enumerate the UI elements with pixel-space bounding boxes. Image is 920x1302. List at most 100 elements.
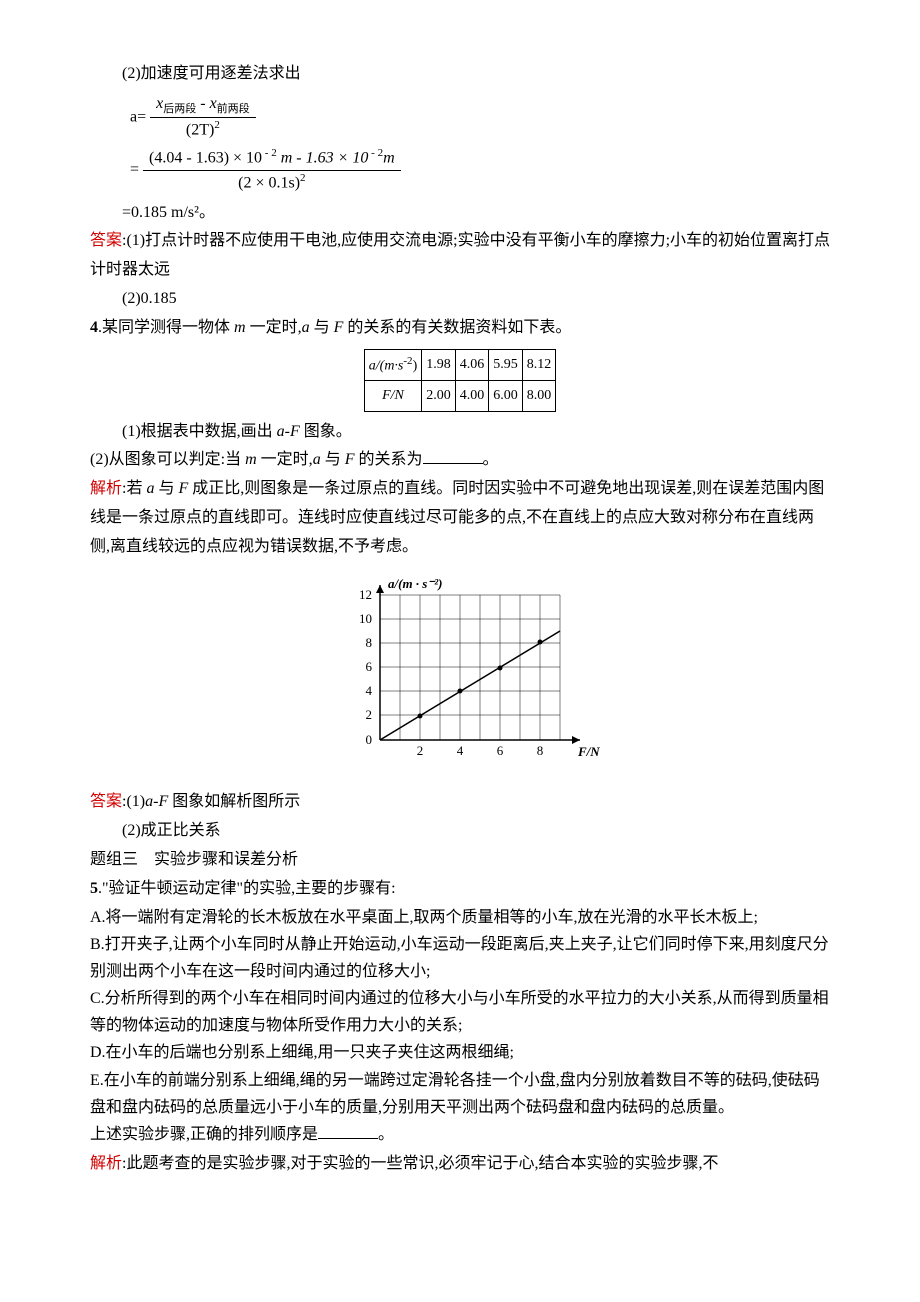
table-cell: 2.00 (422, 381, 456, 411)
th-a-sup: -2 (403, 355, 412, 367)
table-cell: 6.00 (489, 381, 523, 411)
den2: (2 × 0.1s) (238, 174, 300, 191)
fraction-2: (4.04 - 1.63) × 10 - 2 m - 1.63 × 10 - 2… (143, 146, 401, 194)
analysis-4: 解析:若 a 与 F 成正比,则图象是一条过原点的直线。同时因实验中不可避免地出… (90, 475, 830, 561)
q4-1-end: 图象。 (300, 423, 352, 440)
answer-1: 答案:(1)打点计时器不应使用干电池,应使用交流电源;实验中没有平衡小车的摩擦力… (90, 227, 830, 285)
q4-1a: (1)根据表中数据,画出 (122, 423, 277, 440)
ytick: 6 (366, 659, 373, 674)
q5-option-A: A.将一端附有定滑轮的长木板放在水平桌面上,取两个质量相等的小车,放在光滑的水平… (90, 904, 830, 931)
answer-label-1: 答案 (90, 232, 122, 249)
answer-label-4: 答案 (90, 793, 122, 810)
q5-order-end: 。 (378, 1126, 394, 1143)
q4-2a2: a (313, 451, 321, 468)
answer-4-line2: (2)成正比关系 (90, 817, 830, 846)
q4-sub1: (1)根据表中数据,画出 a-F 图象。 (90, 418, 830, 447)
xtick: 2 (417, 743, 424, 758)
q4-m: m (234, 319, 246, 336)
p-acceleration-method: (2)加速度可用逐差法求出 (90, 60, 830, 89)
q4-b: 一定时, (246, 319, 302, 336)
an-c: 成正比,则图象是一条过原点的直线。同时因实验中不可避免地出现误差,则在误差范围内… (90, 480, 824, 555)
table-row: F/N 2.00 4.00 6.00 8.00 (364, 381, 555, 411)
table-header-F: F/N (364, 381, 421, 411)
num2-a: (4.04 - 1.63) × 10 (149, 149, 262, 166)
answer-4: 答案:(1)a-F 图象如解析图所示 (90, 788, 830, 817)
q4-a: .某同学测得一物体 (98, 319, 234, 336)
analysis-label-4: 解析 (90, 480, 122, 497)
section-3-title: 题组三 实验步骤和误差分析 (90, 846, 830, 875)
den-2t: (2T) (186, 122, 214, 139)
table-cell: 1.98 (422, 349, 456, 381)
ytick: 10 (359, 611, 372, 626)
question-5: 5."验证牛顿运动定律"的实验,主要的步骤有: (90, 875, 830, 904)
chart-svg: 0 2 4 6 8 10 12 2 4 6 8 a/(m · s⁻²) F/N (310, 570, 610, 770)
an-F: F (178, 480, 188, 497)
q4-2c: 与 (321, 451, 345, 468)
table-header-a: a/(m·s-2) (364, 349, 421, 381)
q4-sub2: (2)从图象可以判定:当 m 一定时,a 与 F 的关系为。 (90, 446, 830, 475)
ans4-a: :(1) (122, 793, 145, 810)
table-cell: 8.00 (522, 381, 556, 411)
q4-2b: 一定时, (257, 451, 313, 468)
ytick: 2 (366, 707, 373, 722)
q4-avar: a (302, 319, 310, 336)
ytick: 0 (366, 732, 373, 747)
sub-later: 后两段 (163, 103, 196, 115)
num2-mid: m - 1.63 × 10 (277, 149, 369, 166)
analysis-5: 解析:此题考查的是实验步骤,对于实验的一些常识,必须牢记于心,结合本实验的实验步… (90, 1150, 830, 1179)
data-table: a/(m·s-2) 1.98 4.06 5.95 8.12 F/N 2.00 4… (364, 349, 556, 412)
xlabel: F/N (577, 744, 600, 759)
sup-2: 2 (214, 119, 220, 131)
q5-number: 5 (90, 880, 98, 897)
result-value: =0.185 m/s²。 (90, 199, 830, 228)
xtick: 8 (537, 743, 544, 758)
analysis-label-5: 解析 (90, 1155, 122, 1172)
xtick: 4 (457, 743, 464, 758)
table-row: a/(m·s-2) 1.98 4.06 5.95 8.12 (364, 349, 555, 381)
answer-1-line2: (2)0.185 (90, 285, 830, 314)
q5-option-D: D.在小车的后端也分别系上细绳,用一只夹子夹住这两根细绳; (90, 1039, 830, 1066)
table-cell: 4.00 (455, 381, 489, 411)
num2-end: m (383, 149, 395, 166)
answer-1-text: :(1)打点计时器不应使用干电池,应使用交流电源;实验中没有平衡小车的摩擦力;小… (90, 232, 830, 278)
question-4: 4.某同学测得一物体 m 一定时,a 与 F 的关系的有关数据资料如下表。 (90, 314, 830, 343)
ans4-aF: a-F (145, 793, 168, 810)
th-a-end: ) (413, 358, 418, 373)
ylabel: a/(m · s⁻²) (388, 576, 442, 591)
ytick: 8 (366, 635, 373, 650)
blank-input[interactable] (318, 1122, 378, 1139)
q5-text: ."验证牛顿运动定律"的实验,主要的步骤有: (98, 880, 396, 897)
x-former: x (210, 95, 217, 112)
q4-2a: (2)从图象可以判定:当 (90, 451, 245, 468)
q4-d: 的关系的有关数据资料如下表。 (343, 319, 571, 336)
an-b: 与 (154, 480, 178, 497)
den2-sup: 2 (300, 172, 306, 184)
num2-sup1: - 2 (262, 147, 277, 159)
q5-option-C: C.分析所得到的两个小车在相同时间内通过的位移大小与小车所受的水平拉力的大小关系… (90, 985, 830, 1039)
q4-2d: 的关系为 (354, 451, 422, 468)
num2-sup2: - 2 (368, 147, 383, 159)
formula-block-2: = (4.04 - 1.63) × 10 - 2 m - 1.63 × 10 -… (130, 146, 830, 194)
ytick: 12 (359, 587, 372, 602)
formula-a-eq: a= (130, 108, 146, 125)
formula-eq2: = (130, 161, 139, 178)
minus-1: - (196, 95, 209, 112)
q4-number: 4 (90, 319, 98, 336)
fraction-1: x后两段 - x前两段 (2T)2 (150, 93, 256, 142)
th-a: a/(m·s (369, 358, 404, 373)
q5-option-E: E.在小车的前端分别系上细绳,绳的另一端跨过定滑轮各挂一个小盘,盘内分别放着数目… (90, 1067, 830, 1121)
q5-order-line: 上述实验步骤,正确的排列顺序是 。 (90, 1121, 830, 1150)
table-cell: 5.95 (489, 349, 523, 381)
ans4-b: 图象如解析图所示 (168, 793, 300, 810)
an-a: :若 (122, 480, 146, 497)
q4-F: F (334, 319, 344, 336)
chart-aF: 0 2 4 6 8 10 12 2 4 6 8 a/(m · s⁻²) F/N (90, 570, 830, 781)
ytick: 4 (366, 683, 373, 698)
blank-input[interactable] (423, 447, 483, 464)
q4-2m: m (245, 451, 257, 468)
q5-order-text: 上述实验步骤,正确的排列顺序是 (90, 1126, 318, 1143)
table-cell: 8.12 (522, 349, 556, 381)
fit-line (380, 631, 560, 740)
xtick: 6 (497, 743, 504, 758)
table-cell: 4.06 (455, 349, 489, 381)
